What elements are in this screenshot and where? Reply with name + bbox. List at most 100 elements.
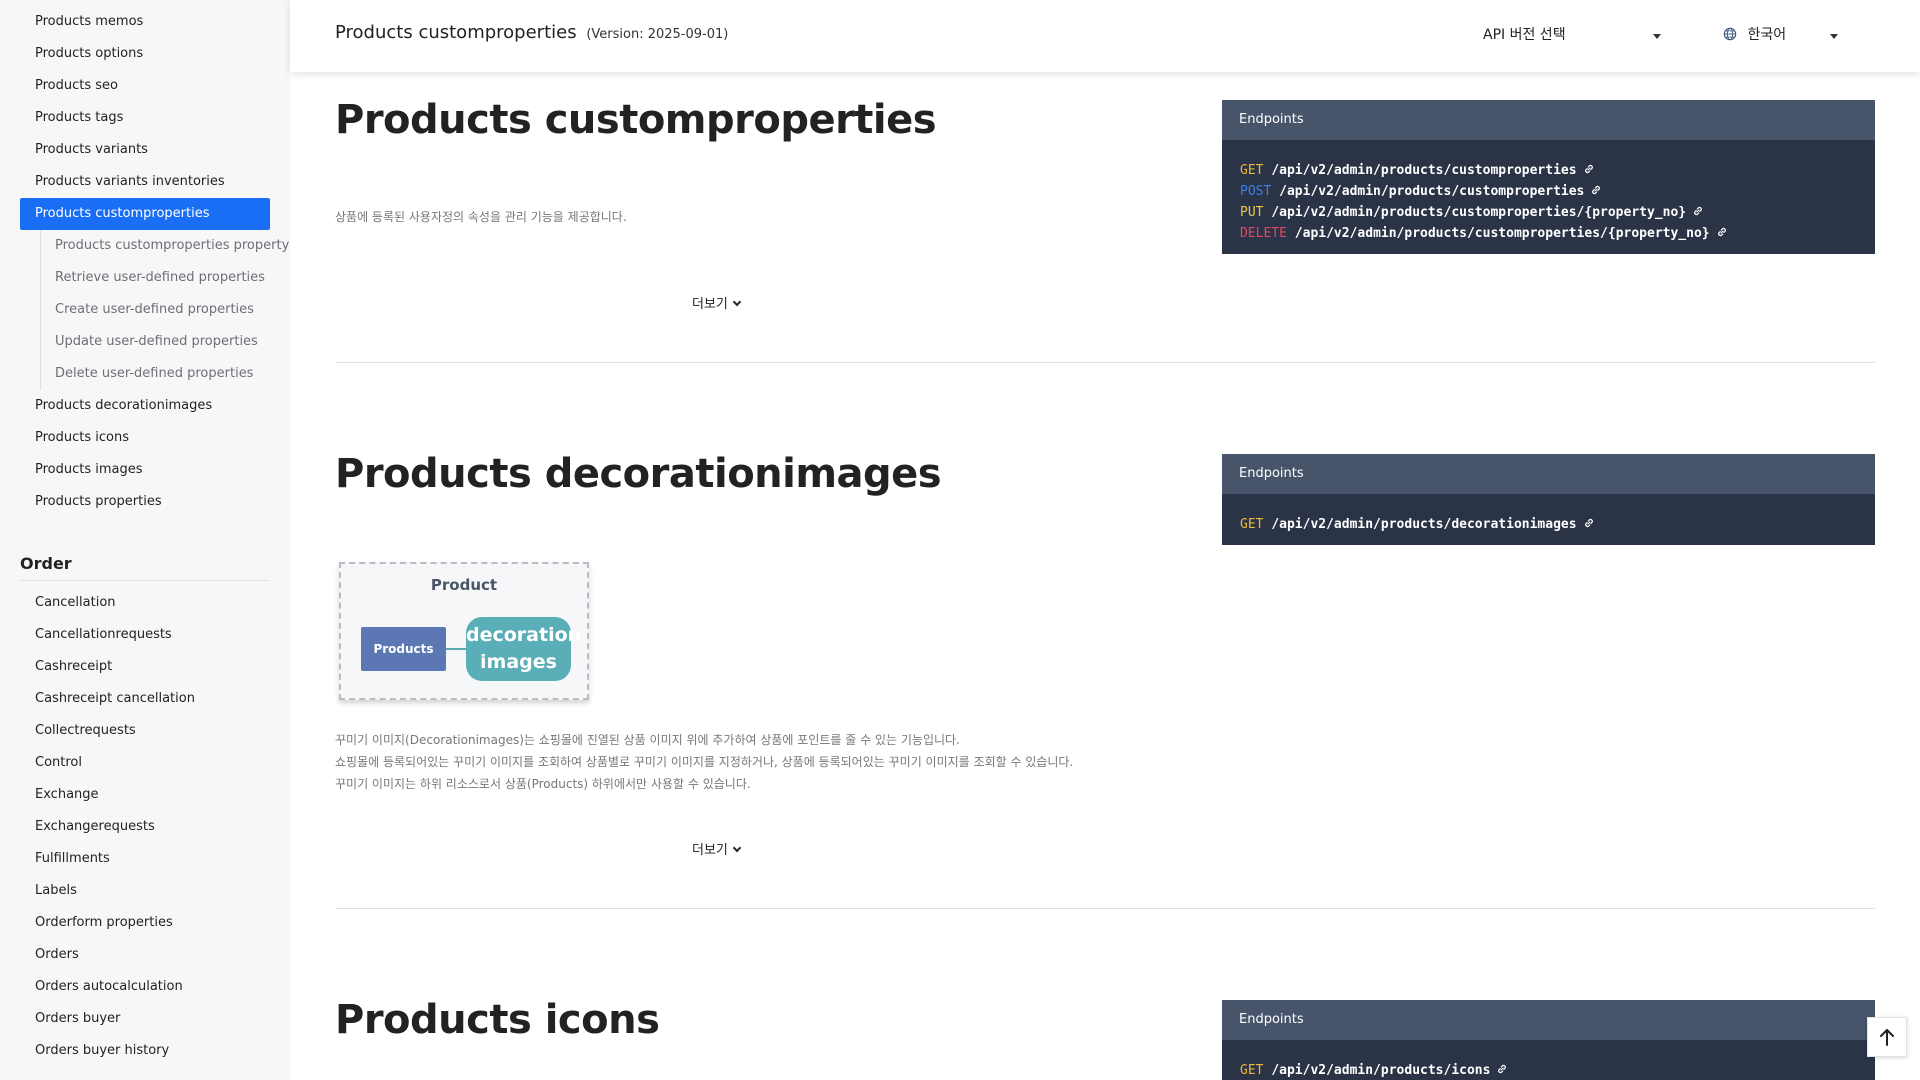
- language-select-label: 한국어: [1747, 27, 1787, 43]
- endpoint-row[interactable]: POST /api/v2/admin/products/customproper…: [1240, 181, 1875, 202]
- section-description: 꾸미기 이미지(Decorationimages)는 쇼핑몰에 진열된 상품 이…: [335, 729, 1073, 795]
- sidebar-item-products-variants-inventories[interactable]: Products variants inventories: [20, 166, 270, 198]
- sidebar-subitem-create[interactable]: Create user-defined properties: [41, 294, 290, 326]
- caret-down-icon: [1830, 34, 1838, 39]
- top-header: Products customproperties (Version: 2025…: [290, 0, 1920, 72]
- http-method: GET: [1240, 163, 1264, 178]
- endpoint-row[interactable]: GET /api/v2/admin/products/custompropert…: [1240, 160, 1875, 181]
- sidebar-item-products-variants[interactable]: Products variants: [20, 134, 270, 166]
- link-icon[interactable]: [1590, 184, 1602, 196]
- diagram-label-line: images: [480, 651, 557, 673]
- main-content: Products customproperties 상품에 등록된 사용자정의 …: [335, 0, 1875, 1080]
- sidebar-subitem-retrieve[interactable]: Retrieve user-defined properties: [41, 262, 290, 294]
- sidebar-item-products-customproperties[interactable]: Products customproperties: [20, 198, 270, 230]
- diagram-products-box: Products: [361, 627, 446, 671]
- description-line: 꾸미기 이미지는 하위 리소스로서 상품(Products) 하위에서만 사용할…: [335, 777, 751, 791]
- globe-icon: [1723, 27, 1737, 41]
- sidebar-product-list-after: Products decorationimages Products icons…: [0, 390, 290, 518]
- sidebar-item-products-decorationimages[interactable]: Products decorationimages: [20, 390, 270, 422]
- language-select[interactable]: 한국어: [1723, 24, 1843, 48]
- api-version-select-label: API 버전 선택: [1483, 27, 1566, 43]
- page-title-text: Products customproperties: [335, 22, 577, 43]
- chevron-down-icon: [732, 843, 742, 853]
- endpoints-panel: Endpoints GET /api/v2/admin/products/ico…: [1222, 1000, 1875, 1080]
- endpoint-path: /api/v2/admin/products/customproperties/…: [1294, 226, 1710, 241]
- scroll-to-top-button[interactable]: [1867, 1017, 1907, 1057]
- api-version-label: (Version: 2025-09-01): [586, 27, 729, 42]
- sidebar-sub-list: Products customproperties property Retri…: [40, 230, 290, 390]
- sidebar-item-cancellation[interactable]: Cancellation: [20, 587, 270, 619]
- link-icon[interactable]: [1692, 205, 1704, 217]
- endpoint-row[interactable]: PUT /api/v2/admin/products/custompropert…: [1240, 202, 1875, 223]
- sidebar-item-products-properties[interactable]: Products properties: [20, 486, 270, 518]
- arrow-up-icon: [1880, 1029, 1894, 1046]
- api-version-select[interactable]: API 버전 선택: [1483, 24, 1663, 48]
- endpoints-panel: Endpoints GET /api/v2/admin/products/dec…: [1222, 454, 1875, 545]
- link-icon[interactable]: [1716, 226, 1728, 238]
- show-more-label: 더보기: [692, 297, 728, 312]
- sidebar-item-exchange[interactable]: Exchange: [20, 779, 270, 811]
- endpoints-header: Endpoints: [1222, 100, 1875, 140]
- endpoint-path: /api/v2/admin/products/icons: [1271, 1063, 1491, 1078]
- endpoint-row[interactable]: DELETE /api/v2/admin/products/customprop…: [1240, 223, 1875, 244]
- sidebar: Products memos Products options Products…: [0, 0, 290, 1080]
- endpoints-header: Endpoints: [1222, 1000, 1875, 1040]
- link-icon[interactable]: [1496, 1063, 1508, 1075]
- sidebar-item-products-icons[interactable]: Products icons: [20, 422, 270, 454]
- endpoints-panel: Endpoints GET /api/v2/admin/products/cus…: [1222, 100, 1875, 254]
- endpoints-list: GET /api/v2/admin/products/decorationima…: [1222, 494, 1875, 545]
- endpoint-row[interactable]: GET /api/v2/admin/products/icons: [1240, 1060, 1875, 1080]
- diagram-decorationimages-box: decoration images: [466, 617, 582, 681]
- show-more-label: 더보기: [692, 843, 728, 858]
- http-method: PUT: [1240, 205, 1264, 220]
- diagram-connector: [446, 648, 466, 650]
- sidebar-item-orders-buyer-history[interactable]: Orders buyer history: [20, 1035, 270, 1067]
- page-title: Products customproperties (Version: 2025…: [335, 22, 728, 43]
- sidebar-item-orders-autocalculation[interactable]: Orders autocalculation: [20, 971, 270, 1003]
- sidebar-item-cashreceipt-cancellation[interactable]: Cashreceipt cancellation: [20, 683, 270, 715]
- sidebar-item-cancellationrequests[interactable]: Cancellationrequests: [20, 619, 270, 651]
- section-description: 상품에 등록된 사용자정의 속성을 관리 기능을 제공합니다.: [335, 206, 627, 228]
- sidebar-item-fulfillments[interactable]: Fulfillments: [20, 843, 270, 875]
- sidebar-item-products-memos[interactable]: Products memos: [20, 6, 270, 38]
- http-method: GET: [1240, 1063, 1264, 1078]
- sidebar-item-control[interactable]: Control: [20, 747, 270, 779]
- diagram-label-line: decoration: [466, 624, 582, 646]
- sidebar-subitem-property[interactable]: Products customproperties property: [41, 230, 290, 262]
- section-divider: [335, 362, 1875, 363]
- http-method: DELETE: [1240, 226, 1287, 241]
- sidebar-item-products-tags[interactable]: Products tags: [20, 102, 270, 134]
- sidebar-item-orders[interactable]: Orders: [20, 939, 270, 971]
- show-more-button[interactable]: 더보기: [692, 839, 742, 858]
- http-method: POST: [1240, 184, 1272, 199]
- sidebar-item-exchangerequests[interactable]: Exchangerequests: [20, 811, 270, 843]
- show-more-button[interactable]: 더보기: [692, 293, 742, 312]
- link-icon[interactable]: [1583, 163, 1595, 175]
- sidebar-item-orders-buyer[interactable]: Orders buyer: [20, 1003, 270, 1035]
- sidebar-item-collectrequests[interactable]: Collectrequests: [20, 715, 270, 747]
- sidebar-section-divider: [20, 580, 270, 581]
- section-title-customproperties: Products customproperties: [335, 97, 937, 143]
- description-line: 꾸미기 이미지(Decorationimages)는 쇼핑몰에 진열된 상품 이…: [335, 733, 960, 747]
- sidebar-section-order: Order: [20, 554, 72, 573]
- link-icon[interactable]: [1583, 517, 1595, 529]
- decorationimages-diagram: Product Products decoration images: [339, 562, 589, 700]
- sidebar-item-labels[interactable]: Labels: [20, 875, 270, 907]
- sidebar-item-products-options[interactable]: Products options: [20, 38, 270, 70]
- endpoint-row[interactable]: GET /api/v2/admin/products/decorationima…: [1240, 514, 1875, 535]
- sidebar-product-list: Products memos Products options Products…: [0, 6, 290, 230]
- endpoints-header: Endpoints: [1222, 454, 1875, 494]
- description-line: 상품에 등록된 사용자정의 속성을 관리 기능을 제공합니다.: [335, 210, 627, 224]
- sidebar-item-orderform-properties[interactable]: Orderform properties: [20, 907, 270, 939]
- sidebar-subitem-update[interactable]: Update user-defined properties: [41, 326, 290, 358]
- sidebar-item-products-seo[interactable]: Products seo: [20, 70, 270, 102]
- description-line: 쇼핑몰에 등록되어있는 꾸미기 이미지를 조회하여 상품별로 꾸미기 이미지를 …: [335, 755, 1074, 769]
- sidebar-item-products-images[interactable]: Products images: [20, 454, 270, 486]
- endpoints-list: GET /api/v2/admin/products/custompropert…: [1222, 140, 1875, 254]
- sidebar-item-cashreceipt[interactable]: Cashreceipt: [20, 651, 270, 683]
- http-method: GET: [1240, 517, 1264, 532]
- endpoint-path: /api/v2/admin/products/customproperties: [1279, 184, 1585, 199]
- sidebar-subitem-delete[interactable]: Delete user-defined properties: [41, 358, 290, 390]
- section-title-decorationimages: Products decorationimages: [335, 451, 942, 497]
- endpoint-path: /api/v2/admin/products/customproperties/…: [1271, 205, 1687, 220]
